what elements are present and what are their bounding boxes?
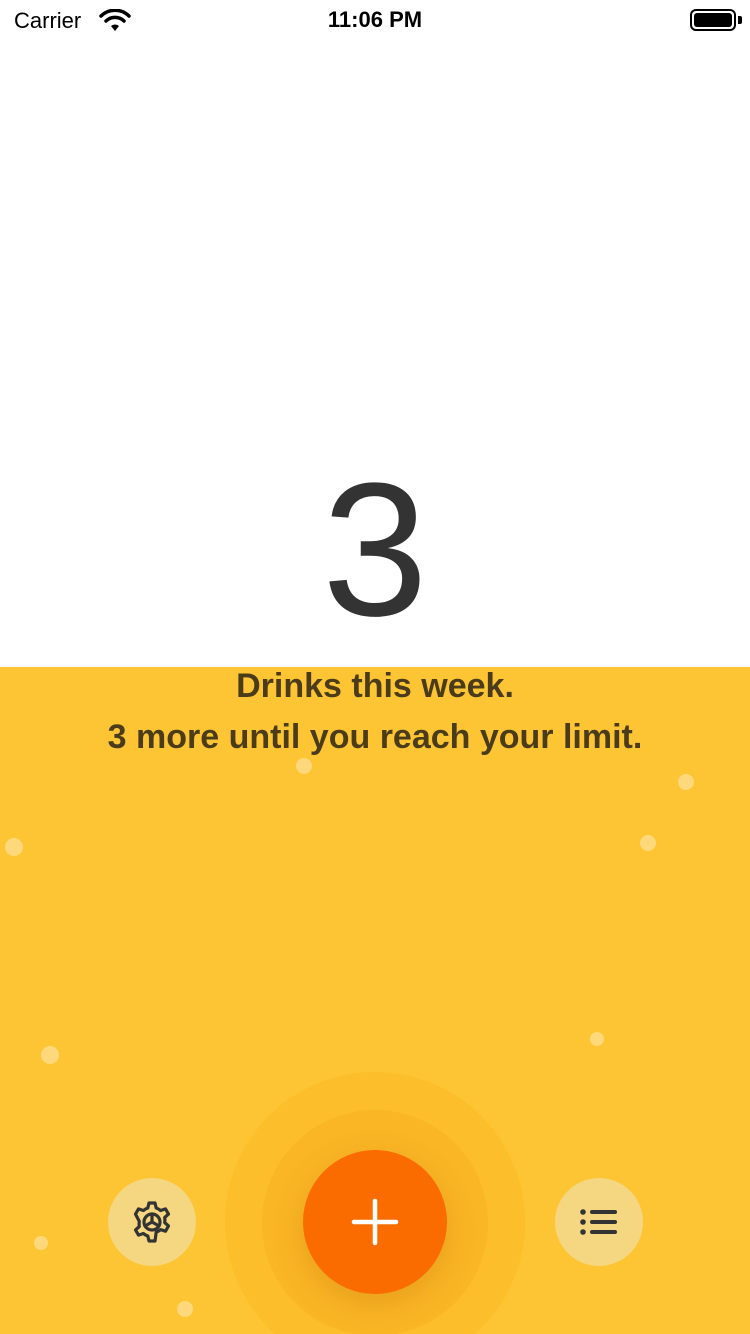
battery-cap <box>738 16 742 24</box>
bubble <box>678 774 694 790</box>
gear-icon <box>133 1201 171 1243</box>
status-time: 11:06 PM <box>327 7 423 32</box>
bubble <box>296 758 312 774</box>
plus-icon <box>351 1198 399 1246</box>
bubble <box>177 1301 193 1317</box>
bubble <box>5 838 23 856</box>
list-icon <box>580 1209 617 1235</box>
drink-count: 3 <box>322 444 428 656</box>
battery-icon <box>690 9 736 31</box>
bubble <box>34 1236 48 1250</box>
settings-button[interactable] <box>108 1178 196 1266</box>
bubble <box>640 835 656 851</box>
bubble <box>590 1032 604 1046</box>
add-drink-button[interactable] <box>303 1150 447 1294</box>
status-bar: Carrier 11:06 PM <box>0 0 750 40</box>
caption-drinks-this-week: Drinks this week. <box>236 667 514 705</box>
caption-limit-remaining: 3 more until you reach your limit. <box>107 718 643 756</box>
history-list-button[interactable] <box>555 1178 643 1266</box>
bubble <box>41 1046 59 1064</box>
battery-fill <box>694 13 732 27</box>
